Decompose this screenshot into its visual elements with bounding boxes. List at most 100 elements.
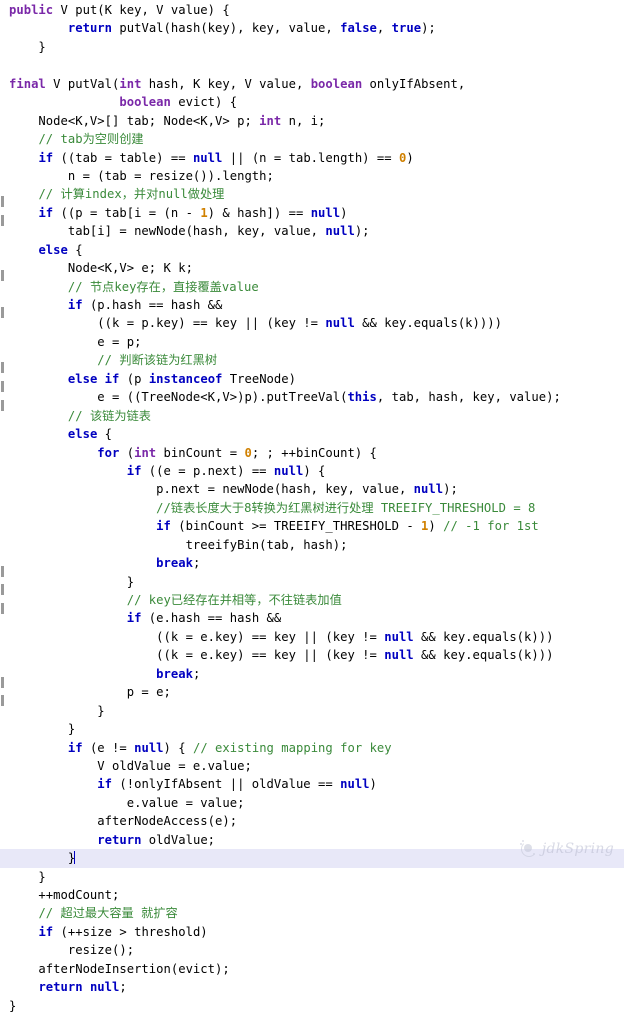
code-line[interactable]: break; <box>0 665 624 683</box>
code-line[interactable]: e = p; <box>0 333 624 351</box>
code-token-plain: ++modCount; <box>9 888 120 902</box>
code-line[interactable]: for (int binCount = 0; ; ++binCount) { <box>0 444 624 462</box>
code-line[interactable]: afterNodeInsertion(evict); <box>0 960 624 978</box>
code-token-plain: ); <box>354 224 370 239</box>
code-line[interactable]: // 计算index，并对null做处理 <box>0 185 624 203</box>
code-line[interactable]: return null; <box>0 978 624 996</box>
code-token-plain: && key.equals(k))) <box>413 648 554 663</box>
code-line[interactable]: else if (p instanceof TreeNode) <box>0 370 624 388</box>
code-token-kw: null <box>89 980 120 995</box>
code-line[interactable]: if (!onlyIfAbsent || oldValue == null) <box>0 775 624 793</box>
code-token-plain: (e != <box>82 740 135 755</box>
code-line[interactable]: ((k = e.key) == key || (key != null && k… <box>0 646 624 664</box>
code-token-plain: binCount = <box>156 445 245 460</box>
code-line[interactable]: if ((e = p.next) == null) { <box>0 462 624 480</box>
code-token-plain: resize(); <box>9 943 135 958</box>
code-token-plain: } <box>9 722 76 737</box>
code-token-plain: ((k = e.key) == key || (key != <box>9 629 385 644</box>
code-line[interactable]: e.value = value; <box>0 794 624 812</box>
code-token-plain: ); <box>421 21 436 36</box>
code-line[interactable]: // 超过最大容量 就扩容 <box>0 904 624 922</box>
code-line[interactable]: afterNodeAccess(e); <box>0 812 624 830</box>
code-token-plain: treeifyBin(tab, hash); <box>9 537 348 552</box>
code-line[interactable]: Node<K,V> e; K k; <box>0 259 624 277</box>
code-line[interactable] <box>0 56 624 74</box>
code-token-plain: ) <box>406 150 414 165</box>
code-line[interactable]: // key已经存在并相等，不往链表加值 <box>0 591 624 609</box>
code-line[interactable]: ++modCount; <box>0 886 624 904</box>
code-line[interactable]: n = (tab = resize()).length; <box>0 167 624 185</box>
code-line[interactable]: public V put(K key, V value) { <box>0 1 624 19</box>
code-line[interactable]: if ((p = tab[i = (n - 1) & hash]) == nul… <box>0 204 624 222</box>
code-line[interactable]: // 节点key存在，直接覆盖value <box>0 278 624 296</box>
code-line[interactable]: tab[i] = newNode(hash, key, value, null)… <box>0 222 624 240</box>
code-line[interactable]: } <box>0 720 624 738</box>
code-token-kw: if <box>38 924 54 939</box>
code-line[interactable]: return putVal(hash(key), key, value, fal… <box>0 19 624 37</box>
code-line[interactable]: ((k = e.key) == key || (key != null && k… <box>0 628 624 646</box>
code-token-kw: null <box>192 150 223 165</box>
code-line[interactable]: else { <box>0 241 624 259</box>
code-line[interactable]: if (++size > threshold) <box>0 923 624 941</box>
code-token-plain: onlyIfAbsent, <box>362 76 466 91</box>
code-token-cmt: //链表长度大于8转换为红黑树进行处理 TREEIFY_THRESHOLD = … <box>156 500 536 515</box>
code-line[interactable]: break; <box>0 554 624 572</box>
code-token-cmt: // 节点key存在，直接覆盖value <box>67 279 259 294</box>
code-token-plain: afterNodeInsertion(evict); <box>9 961 230 976</box>
code-token-kw: null <box>134 740 164 755</box>
code-line[interactable]: V oldValue = e.value; <box>0 757 624 775</box>
code-line[interactable]: return oldValue; <box>0 831 624 849</box>
code-token-plain: && key.equals(k)))) <box>354 316 502 331</box>
code-token-plain: (p.hash == hash && <box>82 298 223 312</box>
code-line[interactable]: } <box>0 38 624 56</box>
code-editor[interactable]: public V put(K key, V value) { return pu… <box>0 0 624 1013</box>
code-line[interactable]: p.next = newNode(hash, key, value, null)… <box>0 480 624 498</box>
code-content[interactable]: public V put(K key, V value) { return pu… <box>0 0 624 1015</box>
code-line[interactable]: // 判断该链为红黑树 <box>0 351 624 369</box>
code-token-kw: if <box>126 463 142 478</box>
code-line[interactable]: resize(); <box>0 941 624 959</box>
code-line[interactable]: treeifyBin(tab, hash); <box>0 536 624 554</box>
code-token-cmt: // 判断该链为红黑树 <box>97 353 218 368</box>
code-token-plain: || (n = tab.length) == <box>222 150 399 165</box>
code-line[interactable]: if ((tab = table) == null || (n = tab.le… <box>0 149 624 167</box>
code-line[interactable]: } <box>0 573 624 591</box>
code-line[interactable]: ((k = p.key) == key || (key != null && k… <box>0 314 624 332</box>
code-line[interactable]: e = ((TreeNode<K,V>)p).putTreeVal(this, … <box>0 388 624 406</box>
code-token-plain: ) <box>369 777 377 792</box>
code-line[interactable]: if (e != null) { // existing mapping for… <box>0 739 624 757</box>
code-token-kw: return <box>97 832 142 847</box>
code-line[interactable]: //链表长度大于8转换为红黑树进行处理 TREEIFY_THRESHOLD = … <box>0 499 624 517</box>
code-line[interactable]: Node<K,V>[] tab; Node<K,V> p; int n, i; <box>0 112 624 130</box>
code-token-plain: tab[i] = newNode(hash, key, value, <box>9 224 326 239</box>
code-line[interactable]: // tab为空则创建 <box>0 130 624 148</box>
code-line[interactable]: p = e; <box>0 683 624 701</box>
code-line[interactable]: // 该链为链表 <box>0 407 624 425</box>
code-token-plain: Node<K,V>[] tab; Node<K,V> p; <box>9 113 260 128</box>
code-line[interactable]: else { <box>0 425 624 443</box>
code-line[interactable]: } <box>0 997 624 1015</box>
code-token-kw: if <box>156 519 171 534</box>
code-token-cmt: // key已经存在并相等，不往链表加值 <box>126 593 342 607</box>
code-line[interactable]: if (p.hash == hash && <box>0 296 624 314</box>
code-line[interactable]: if (e.hash == hash && <box>0 609 624 627</box>
code-line[interactable]: if (binCount >= TREEIFY_THRESHOLD - 1) /… <box>0 517 624 535</box>
code-line[interactable]: } <box>0 702 624 720</box>
code-line[interactable]: } <box>0 849 624 868</box>
code-token-plain: ) { <box>163 740 193 755</box>
code-token-plain: ; <box>192 666 201 681</box>
code-token-plain: e.value = value; <box>9 795 245 810</box>
code-line[interactable]: } <box>0 868 624 886</box>
code-token-plain: ; ; ++binCount) { <box>251 445 377 460</box>
code-line[interactable]: boolean evict) { <box>0 93 624 111</box>
code-line[interactable]: final V putVal(int hash, K key, V value,… <box>0 75 624 93</box>
